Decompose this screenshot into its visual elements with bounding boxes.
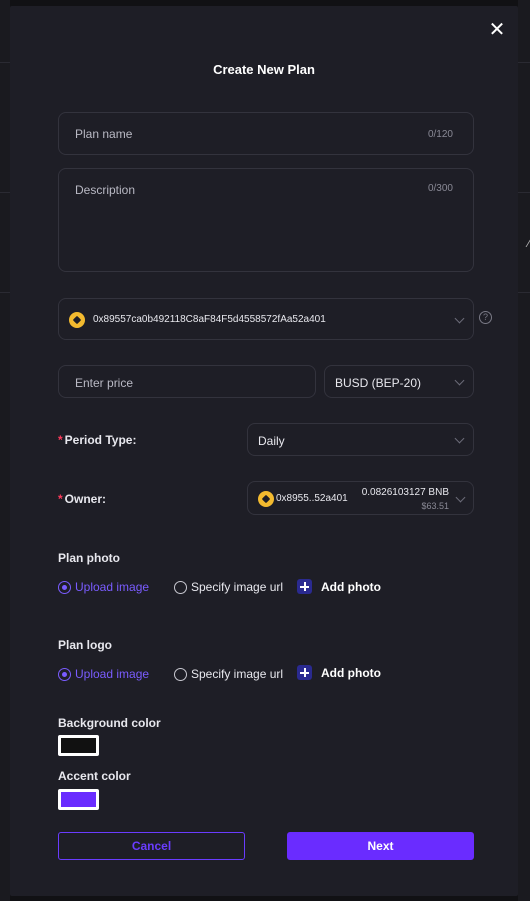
- owner-text: Owner:: [64, 492, 107, 506]
- owner-address: 0x8955..52a401: [276, 493, 348, 504]
- radio-label: Upload image: [75, 667, 150, 681]
- add-photo-label: Add photo: [321, 579, 381, 594]
- help-icon[interactable]: ?: [479, 311, 492, 324]
- accent-color-fill: [61, 792, 96, 807]
- radio-label: Specify image url: [191, 580, 284, 594]
- radio-label: Specify image url: [191, 667, 284, 681]
- owner-balance-usd: $63.51: [421, 501, 449, 511]
- owner-select[interactable]: 0x8955..52a401 0.0826103127 BNB $63.51: [247, 481, 474, 515]
- chevron-down-icon: [454, 433, 465, 444]
- backdrop-left: [0, 0, 10, 901]
- description-counter: 0/300: [427, 183, 453, 194]
- required-mark: *: [58, 492, 63, 506]
- plan-logo-label: Plan logo: [58, 638, 112, 652]
- plus-icon: [297, 665, 312, 680]
- description-textarea[interactable]: Description 0/300: [58, 168, 474, 272]
- chevron-down-icon: [455, 492, 466, 503]
- backdrop-right: ⁄: [518, 0, 530, 901]
- accent-color-swatch[interactable]: [58, 789, 99, 810]
- create-plan-modal: ✕ Create New Plan Plan name 0/120 Descri…: [10, 6, 518, 896]
- accent-color-label: Accent color: [58, 769, 131, 783]
- radio-dot: [174, 667, 187, 681]
- period-type-text: Period Type:: [64, 433, 137, 447]
- background-color-swatch[interactable]: [58, 735, 99, 756]
- currency-value: BUSD (BEP-20): [335, 376, 422, 390]
- plan-photo-label: Plan photo: [58, 551, 120, 565]
- chevron-down-icon: [454, 375, 465, 386]
- period-type-value: Daily: [258, 434, 285, 448]
- radio-label: Upload image: [75, 580, 150, 594]
- wallet-select[interactable]: 0x89557ca0b492118C8aF84F5d4558572fAa52a4…: [58, 298, 474, 340]
- bnb-coin-icon: [258, 491, 274, 507]
- currency-select[interactable]: BUSD (BEP-20): [324, 365, 474, 398]
- plan-logo-url-radio[interactable]: Specify image url: [174, 667, 283, 681]
- price-input[interactable]: Enter price: [58, 365, 316, 398]
- radio-dot: [58, 580, 71, 594]
- required-mark: *: [58, 433, 63, 447]
- plan-name-input[interactable]: Plan name 0/120: [58, 112, 474, 155]
- owner-label: * Owner:: [58, 492, 106, 506]
- close-icon[interactable]: ✕: [484, 16, 510, 42]
- modal-title: Create New Plan: [213, 62, 315, 77]
- radio-dot: [58, 667, 71, 681]
- add-photo-label: Add photo: [321, 665, 381, 680]
- plan-name-placeholder: Plan name: [75, 127, 133, 141]
- plan-photo-url-radio[interactable]: Specify image url: [174, 580, 283, 594]
- description-placeholder: Description: [75, 183, 136, 197]
- plan-photo-upload-radio[interactable]: Upload image: [58, 580, 149, 594]
- background-color-fill: [61, 738, 96, 753]
- period-type-label: * Period Type:: [58, 433, 136, 447]
- wallet-address: 0x89557ca0b492118C8aF84F5d4558572fAa52a4…: [93, 314, 326, 325]
- plan-photo-add-button[interactable]: Add photo: [297, 579, 381, 594]
- plus-icon: [297, 579, 312, 594]
- next-button[interactable]: Next: [287, 832, 474, 860]
- plan-name-counter: 0/120: [427, 129, 453, 140]
- chevron-down-icon: [454, 313, 465, 324]
- period-type-select[interactable]: Daily: [247, 423, 474, 456]
- plan-logo-upload-radio[interactable]: Upload image: [58, 667, 149, 681]
- owner-balance: 0.0826103127 BNB: [361, 487, 449, 498]
- cancel-button[interactable]: Cancel: [58, 832, 245, 860]
- background-color-label: Background color: [58, 716, 161, 730]
- bnb-coin-icon: [69, 312, 85, 328]
- plan-logo-add-button[interactable]: Add photo: [297, 665, 381, 680]
- radio-dot: [174, 580, 187, 594]
- price-placeholder: Enter price: [75, 376, 134, 390]
